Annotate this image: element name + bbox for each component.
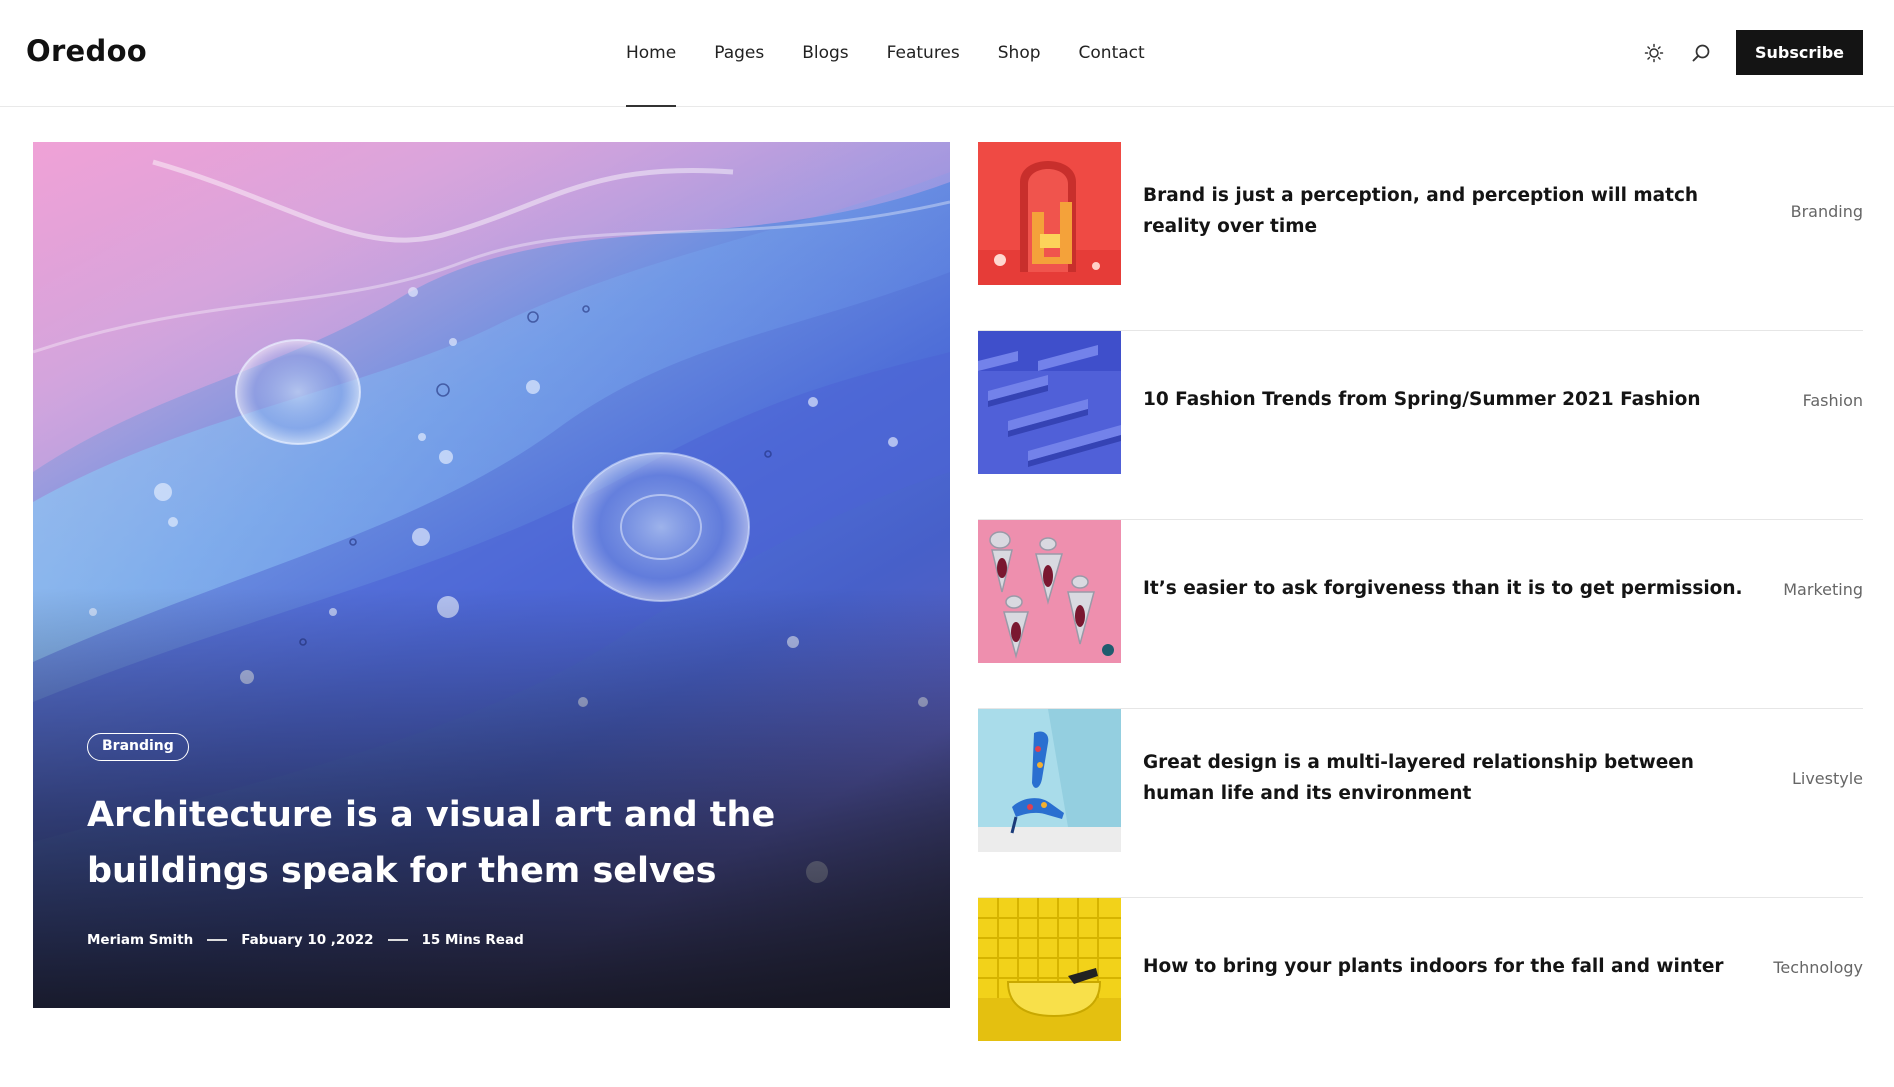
featured-post[interactable]: Branding Architecture is a visual art an…: [33, 142, 950, 1008]
post-category[interactable]: Branding: [1791, 202, 1863, 221]
post-category[interactable]: Livestyle: [1792, 769, 1863, 788]
list-item: How to bring your plants indoors for the…: [978, 898, 1863, 1087]
list-item: 10 Fashion Trends from Spring/Summer 202…: [978, 331, 1863, 520]
sun-icon[interactable]: [1642, 41, 1666, 65]
list-item: Brand is just a perception, and percepti…: [978, 142, 1863, 331]
post-thumbnail-yellow-bath[interactable]: [978, 898, 1121, 1041]
post-category[interactable]: Marketing: [1783, 580, 1863, 599]
header-tools: Subscribe: [1642, 30, 1863, 75]
hero-date: Fabuary 10 ,2022: [241, 932, 374, 948]
post-title[interactable]: It’s easier to ask forgiveness than it i…: [1143, 573, 1743, 604]
post-title[interactable]: Brand is just a perception, and percepti…: [1143, 180, 1743, 242]
nav-blogs[interactable]: Blogs: [802, 0, 848, 107]
post-category[interactable]: Technology: [1773, 958, 1863, 977]
nav-contact[interactable]: Contact: [1079, 0, 1145, 107]
post-thumbnail-red-arch[interactable]: [978, 142, 1121, 285]
post-thumbnail-blue-steps[interactable]: [978, 331, 1121, 474]
hero-author[interactable]: Meriam Smith: [87, 932, 193, 948]
site-logo[interactable]: Oredoo: [26, 34, 147, 68]
main-nav: Home Pages Blogs Features Shop Contact: [626, 0, 1183, 107]
site-header: Oredoo Home Pages Blogs Features Shop Co…: [0, 0, 1894, 107]
nav-shop[interactable]: Shop: [998, 0, 1041, 107]
post-category[interactable]: Fashion: [1803, 391, 1863, 410]
nav-home[interactable]: Home: [626, 0, 677, 107]
post-title[interactable]: Great design is a multi-layered relation…: [1143, 747, 1743, 809]
post-thumbnail-heels[interactable]: [978, 709, 1121, 852]
nav-pages[interactable]: Pages: [714, 0, 764, 107]
hero-category-badge[interactable]: Branding: [87, 733, 189, 761]
post-title[interactable]: How to bring your plants indoors for the…: [1143, 951, 1743, 982]
list-item: It’s easier to ask forgiveness than it i…: [978, 520, 1863, 709]
search-icon[interactable]: [1689, 41, 1713, 65]
nav-features[interactable]: Features: [887, 0, 960, 107]
subscribe-button[interactable]: Subscribe: [1736, 30, 1863, 75]
meta-divider: [207, 939, 228, 941]
hero-title[interactable]: Architecture is a visual art and the bui…: [87, 787, 917, 899]
list-item: Great design is a multi-layered relation…: [978, 709, 1863, 898]
post-title[interactable]: 10 Fashion Trends from Spring/Summer 202…: [1143, 384, 1743, 415]
meta-divider: [387, 939, 408, 941]
hero-meta: Meriam Smith Fabuary 10 ,2022 15 Mins Re…: [87, 932, 524, 948]
post-thumbnail-pink-earrings[interactable]: [978, 520, 1121, 663]
hero-read-time: 15 Mins Read: [421, 932, 524, 948]
